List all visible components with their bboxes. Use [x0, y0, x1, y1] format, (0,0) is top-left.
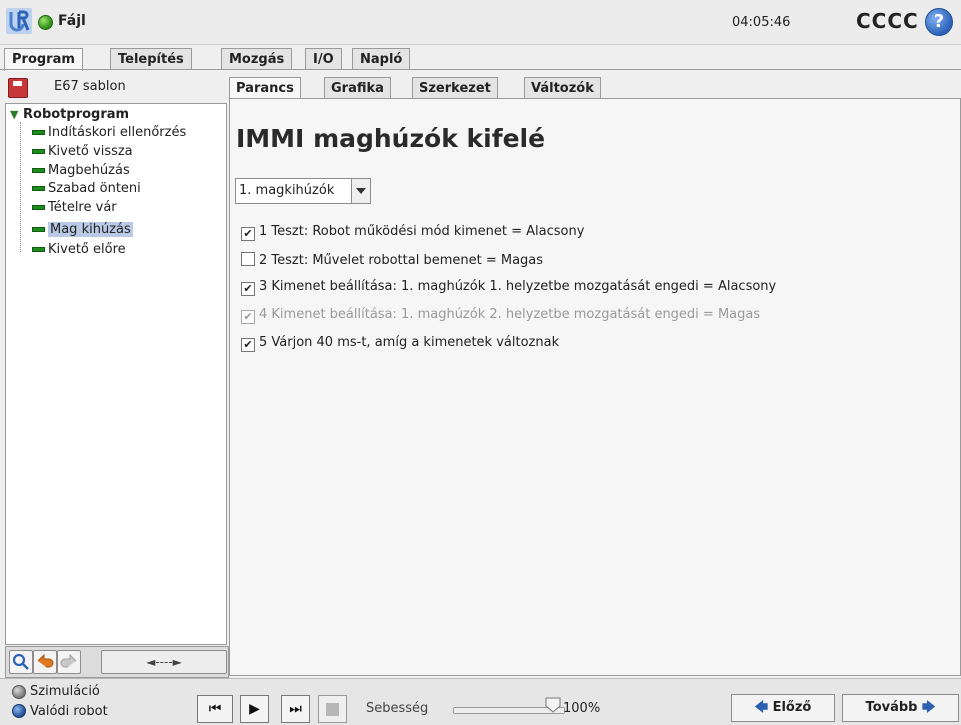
- tree-item-label: Mag kihúzás: [48, 222, 133, 237]
- tab-szerkezet[interactable]: Szerkezet: [412, 77, 498, 98]
- list-item[interactable]: ✔ 3 Kimenet beállítása: 1. maghúzók 1. he…: [241, 279, 776, 296]
- tab-grafika[interactable]: Grafika: [324, 77, 391, 98]
- next-label: Tovább: [865, 700, 918, 715]
- node-icon: [32, 168, 45, 173]
- node-icon: [32, 205, 45, 210]
- speed-label: Sebesség: [366, 701, 429, 716]
- tree-item-label: Szabad önteni: [48, 181, 141, 196]
- tree-root-label: Robotprogram: [23, 107, 130, 122]
- clock: 04:05:46: [732, 15, 791, 30]
- status-dot-icon: [38, 15, 53, 30]
- list-item[interactable]: ✔ 1 Teszt: Robot működési mód kimenet = A…: [241, 224, 584, 241]
- node-icon: [32, 227, 45, 232]
- stop-icon[interactable]: [318, 695, 347, 723]
- redo-icon[interactable]: [57, 650, 81, 674]
- tree-item-label: Magbehúzás: [48, 163, 130, 178]
- list-item-text: 3 Kimenet beállítása: 1. maghúzók 1. hel…: [259, 279, 777, 294]
- tree-item-kiveto-vissza[interactable]: Kivető vissza: [32, 144, 133, 159]
- tree-item-label: Indításkori ellenőrzés: [48, 125, 187, 140]
- list-item[interactable]: ✔ 4 Kimenet beállítása: 1. maghúzók 2. he…: [241, 307, 760, 324]
- undo-icon[interactable]: [33, 650, 57, 674]
- tab-naplo[interactable]: Napló: [352, 48, 411, 69]
- ur-logo-icon: [6, 8, 32, 34]
- tree-connector: [20, 122, 22, 252]
- checkbox[interactable]: ✔: [241, 282, 255, 296]
- speed-value: 100%: [563, 701, 601, 716]
- top-bar: [0, 0, 961, 45]
- tree-item-label: Tételre vár: [48, 200, 117, 215]
- slider-handle-icon[interactable]: [545, 697, 561, 713]
- real-robot-label[interactable]: Valódi robot: [30, 704, 108, 719]
- file-menu[interactable]: Fájl: [58, 13, 86, 29]
- list-item-text: 1 Teszt: Robot működési mód kimenet = Al…: [259, 224, 585, 239]
- tab-valtozok[interactable]: Változók: [524, 77, 601, 98]
- list-item-text: 2 Teszt: Művelet robottal bemenet = Maga…: [259, 253, 544, 268]
- checkbox[interactable]: ✔: [241, 310, 255, 324]
- list-item[interactable]: 2 Teszt: Művelet robottal bemenet = Maga…: [241, 252, 543, 268]
- tab-io[interactable]: I/O: [305, 48, 342, 69]
- save-icon[interactable]: [8, 78, 28, 98]
- tree-item-kiveto-elore[interactable]: Kivető előre: [32, 242, 126, 257]
- help-icon[interactable]: ?: [925, 8, 953, 36]
- checkbox[interactable]: [241, 252, 255, 266]
- tab-mozgas[interactable]: Mozgás: [221, 48, 293, 69]
- tree-item-label: Kivető vissza: [48, 144, 133, 159]
- simulation-label[interactable]: Szimuláció: [30, 684, 100, 699]
- tab-divider: [0, 69, 961, 70]
- previous-button[interactable]: 🡄 Előző: [731, 694, 835, 722]
- checkbox[interactable]: ✔: [241, 227, 255, 241]
- tree-item-label: Kivető előre: [48, 242, 126, 257]
- next-button[interactable]: Tovább 🡆: [842, 694, 959, 722]
- move-node-button[interactable]: ◄----►: [101, 650, 227, 674]
- program-name: E67 sablon: [54, 79, 126, 94]
- step-forward-icon[interactable]: ⏭: [281, 695, 310, 723]
- list-item[interactable]: ✔ 5 Várjon 40 ms-t, amíg a kimenetek vált…: [241, 335, 559, 352]
- skip-back-icon[interactable]: ⏮: [197, 695, 233, 723]
- robot-name: CCCC: [856, 9, 919, 33]
- magkihuzok-select[interactable]: 1. magkihúzók: [235, 178, 352, 204]
- list-item-text: 5 Várjon 40 ms-t, amíg a kimenetek válto…: [259, 335, 560, 350]
- list-item-text: 4 Kimenet beállítása: 1. maghúzók 2. hel…: [259, 307, 761, 322]
- tree-item-mag-kihuzas[interactable]: Mag kihúzás: [32, 222, 133, 237]
- tab-parancs[interactable]: Parancs: [229, 77, 301, 98]
- page-title: IMMI maghúzók kifelé: [236, 124, 546, 153]
- chevron-down-icon[interactable]: [351, 178, 371, 204]
- simulation-radio-icon[interactable]: [12, 685, 26, 699]
- previous-label: Előző: [772, 700, 812, 715]
- tree-item-inditaskori[interactable]: Indításkori ellenőrzés: [32, 125, 186, 140]
- node-icon: [32, 186, 45, 191]
- node-icon: [32, 130, 45, 135]
- tree-item-magbehuzas[interactable]: Magbehúzás: [32, 163, 130, 178]
- node-icon: [32, 247, 45, 252]
- checkbox[interactable]: ✔: [241, 338, 255, 352]
- tree-item-tetelre-var[interactable]: Tételre vár: [32, 200, 117, 215]
- play-icon[interactable]: ▶: [240, 695, 269, 723]
- tab-program[interactable]: Program: [4, 48, 83, 71]
- arrow-right-icon: 🡆: [922, 700, 936, 715]
- search-icon[interactable]: [9, 650, 33, 674]
- expand-triangle-icon[interactable]: ▼: [10, 108, 18, 121]
- node-icon: [32, 149, 45, 154]
- tab-telepites[interactable]: Telepítés: [110, 48, 192, 69]
- arrow-left-icon: 🡄: [754, 700, 769, 715]
- real-robot-radio-icon[interactable]: [12, 704, 26, 718]
- tree-root[interactable]: ▼ Robotprogram: [10, 107, 129, 122]
- tree-item-szabad-onteni[interactable]: Szabad önteni: [32, 181, 141, 196]
